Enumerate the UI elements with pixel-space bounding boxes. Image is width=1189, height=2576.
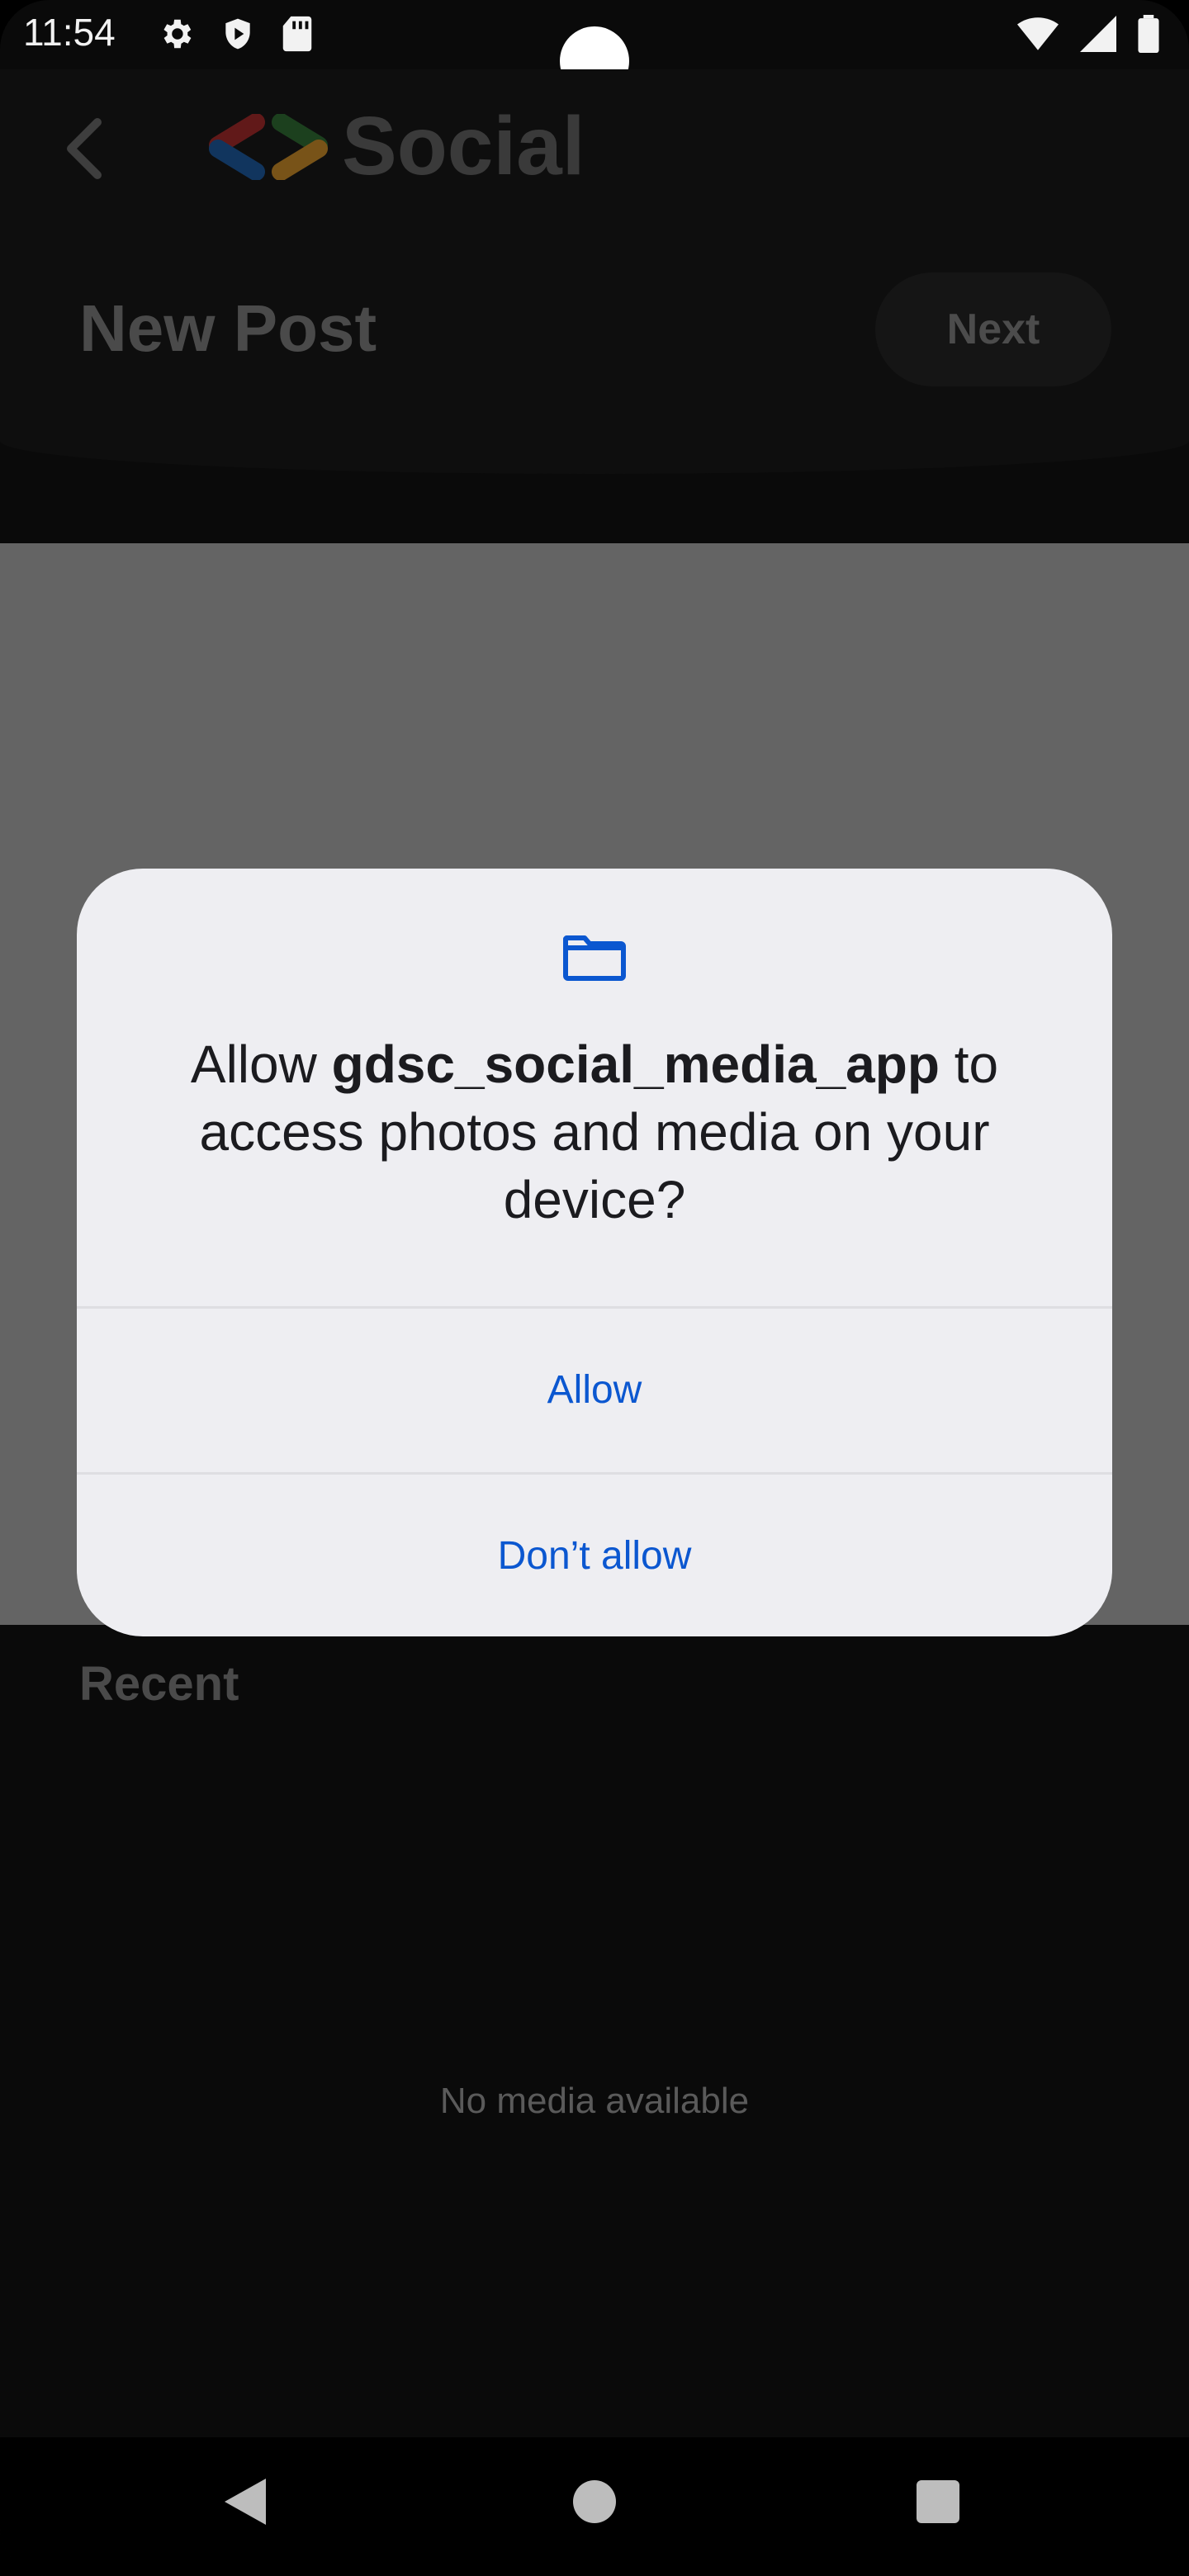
nav-recents-button[interactable] bbox=[917, 2480, 959, 2523]
nav-back-button[interactable] bbox=[225, 2479, 266, 2525]
sd-card-icon bbox=[282, 16, 312, 52]
app-name: Social bbox=[342, 100, 585, 192]
signal-icon bbox=[1080, 16, 1116, 52]
gdsc-logo-icon bbox=[209, 113, 328, 180]
status-time: 11:54 bbox=[23, 11, 116, 54]
battery-icon bbox=[1138, 15, 1159, 53]
dialog-message-prefix: Allow bbox=[190, 1035, 332, 1094]
gear-icon bbox=[163, 19, 192, 49]
page-title: New Post bbox=[79, 291, 377, 365]
empty-media-message: No media available bbox=[439, 2081, 750, 2121]
next-button[interactable]: Next bbox=[875, 272, 1111, 386]
chevron-left-icon bbox=[67, 118, 102, 179]
dialog-message: Allow gdsc_social_media_app to access ph… bbox=[126, 1030, 1063, 1234]
allow-button[interactable]: Allow bbox=[77, 1309, 1112, 1470]
permission-dialog: Allow gdsc_social_media_app to access ph… bbox=[77, 869, 1112, 1636]
status-icons-right bbox=[1017, 15, 1159, 53]
dialog-app-name: gdsc_social_media_app bbox=[331, 1035, 940, 1094]
folder-icon bbox=[563, 935, 626, 981]
app-logo: Social bbox=[206, 99, 585, 194]
wifi-icon bbox=[1017, 17, 1059, 50]
dont-allow-button[interactable]: Don’t allow bbox=[77, 1475, 1112, 1636]
app-header bbox=[0, 69, 1189, 474]
shield-icon bbox=[225, 18, 250, 50]
navigation-bar bbox=[0, 2437, 1189, 2576]
screen: 11:54 Social New Post Next Recent No med… bbox=[0, 0, 1189, 2576]
status-icons-left bbox=[157, 15, 314, 53]
recent-section-label: Recent bbox=[79, 1657, 239, 1711]
back-button[interactable] bbox=[50, 116, 116, 182]
nav-home-button[interactable] bbox=[573, 2480, 616, 2523]
